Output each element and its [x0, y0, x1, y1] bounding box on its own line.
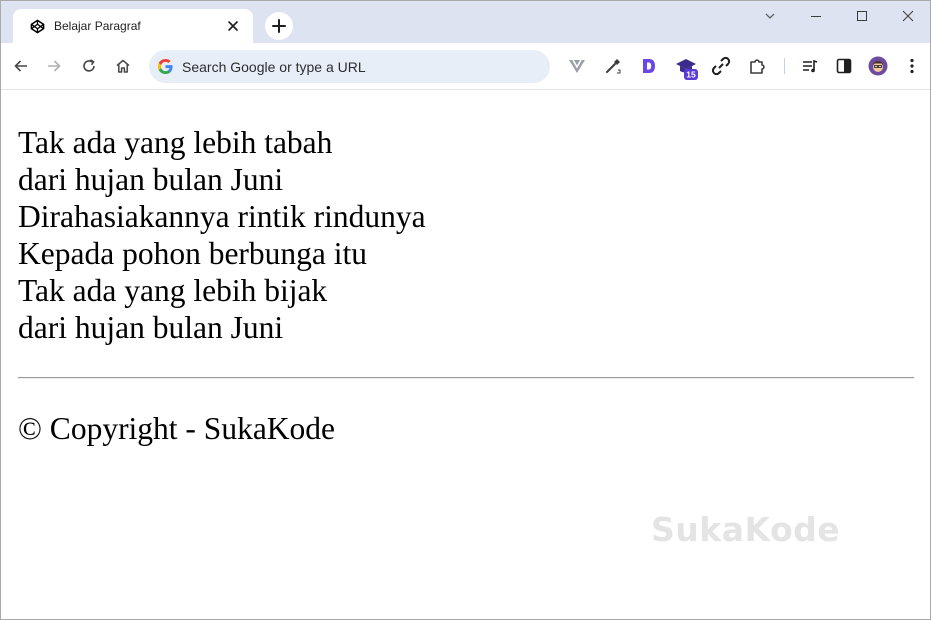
tab-strip: Belajar Paragraf — [1, 1, 930, 43]
codepen-icon — [30, 19, 45, 34]
poem-line: Kepada pohon berbunga itu — [18, 236, 368, 271]
chevron-down-icon[interactable] — [763, 9, 777, 23]
copyright-text: © Copyright - SukaKode — [18, 411, 336, 446]
eyedropper-icon[interactable] — [603, 56, 623, 76]
minimize-icon[interactable] — [809, 9, 823, 23]
poem-line: dari hujan bulan Juni — [18, 162, 284, 197]
side-panel-icon[interactable] — [834, 56, 854, 76]
address-bar[interactable]: Search Google or type a URL — [149, 50, 550, 83]
plus-icon — [272, 19, 286, 33]
address-bar-placeholder: Search Google or type a URL — [182, 59, 366, 75]
tab-title: Belajar Paragraf — [54, 19, 141, 33]
reload-icon[interactable] — [81, 58, 97, 74]
maximize-icon[interactable] — [855, 9, 869, 23]
horizontal-rule — [18, 377, 914, 379]
watermark-logo: SukaKode — [651, 510, 841, 549]
profile-avatar[interactable] — [868, 56, 888, 76]
back-icon[interactable] — [13, 58, 29, 74]
poem-paragraph: Tak ada yang lebih tabah dari hujan bula… — [18, 124, 426, 346]
poem-line: Dirahasiakannya rintik rindunya — [18, 199, 426, 234]
vuetify-icon[interactable] — [567, 56, 587, 76]
poem-line: dari hujan bulan Juni — [18, 310, 284, 345]
media-control-icon[interactable] — [800, 56, 820, 76]
browser-toolbar: Search Google or type a URL 15 — [1, 43, 930, 90]
extension-badge: 15 — [686, 70, 696, 80]
poem-line: Tak ada yang lebih bijak — [18, 273, 328, 308]
toolbar-separator — [784, 58, 785, 74]
browser-window: Belajar Paragraf Search Google or type a… — [0, 0, 931, 620]
page-content: Tak ada yang lebih tabah dari hujan bula… — [1, 90, 930, 619]
forward-icon[interactable] — [46, 58, 62, 74]
d-extension-icon[interactable] — [639, 56, 659, 76]
home-icon[interactable] — [115, 58, 131, 74]
google-icon — [157, 58, 173, 75]
close-icon[interactable] — [227, 20, 239, 32]
puzzle-icon[interactable] — [747, 56, 767, 76]
more-vert-icon[interactable] — [902, 56, 922, 76]
close-window-icon[interactable] — [901, 9, 915, 23]
tab-belajar-paragraf[interactable]: Belajar Paragraf — [13, 9, 253, 43]
poem-line: Tak ada yang lebih tabah — [18, 125, 333, 160]
graduation-extension[interactable]: 15 — [675, 56, 699, 80]
new-tab-button[interactable] — [265, 12, 293, 40]
graduation-cap-icon: 15 — [676, 59, 698, 80]
link-extension-icon[interactable] — [711, 56, 731, 76]
